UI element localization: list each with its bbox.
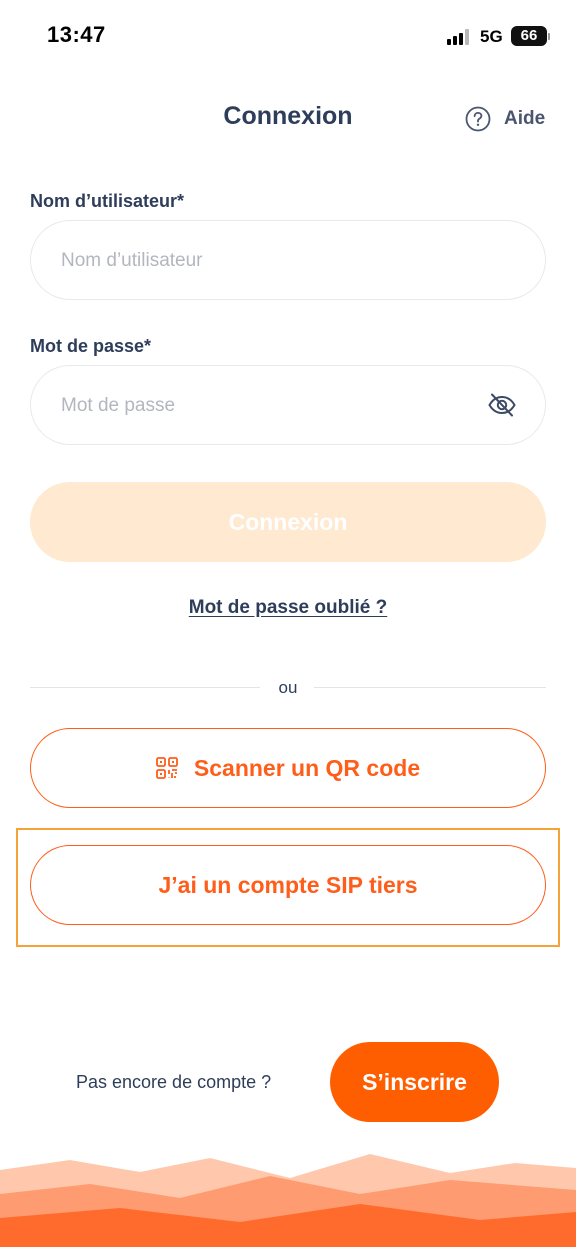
question-circle-icon — [465, 106, 491, 132]
divider-label: ou — [278, 678, 298, 697]
password-label: Mot de passe* — [30, 336, 152, 356]
help-label: Aide — [504, 108, 546, 129]
divider-line-right — [314, 687, 546, 688]
signup-button[interactable]: S’inscrire — [330, 1042, 499, 1122]
network-type: 5G — [480, 27, 503, 46]
scan-qr-button[interactable]: Scanner un QR code — [30, 728, 546, 808]
sip-account-label: J’ai un compte SIP tiers — [158, 871, 418, 898]
scan-qr-label: Scanner un QR code — [193, 754, 421, 781]
signal-strength-icon — [447, 29, 473, 45]
signup-prompt: Pas encore de compte ? — [76, 1072, 272, 1092]
qr-code-icon — [155, 757, 178, 779]
username-label: Nom d’utilisateur* — [30, 191, 185, 211]
password-field[interactable] — [30, 365, 546, 446]
battery-icon: 66 — [511, 26, 550, 46]
eye-slash-icon[interactable] — [487, 392, 517, 418]
login-button[interactable]: Connexion — [30, 482, 546, 562]
username-input[interactable] — [59, 221, 483, 301]
sip-account-button[interactable]: J’ai un compte SIP tiers — [30, 845, 546, 925]
username-field[interactable] — [30, 220, 546, 301]
battery-level: 66 — [520, 27, 538, 44]
status-time: 13:47 — [47, 22, 106, 47]
mountains-decoration — [0, 1154, 576, 1247]
help-button[interactable]: Aide — [465, 105, 545, 133]
forgot-password-link[interactable]: Mot de passe oublié ? — [0, 597, 576, 619]
status-bar: 13:47 5G 66 — [0, 0, 576, 74]
password-input[interactable] — [59, 366, 483, 446]
